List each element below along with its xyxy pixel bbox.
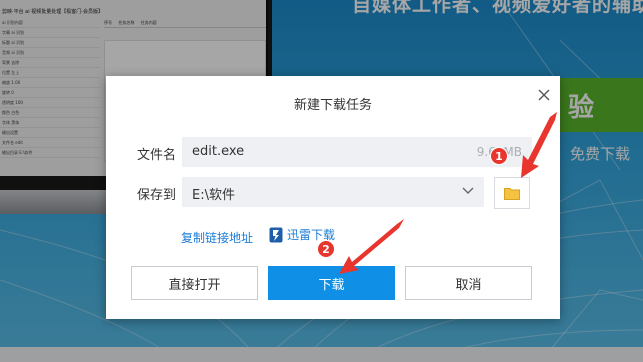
browse-folder-button[interactable] — [494, 177, 530, 209]
filename-field[interactable]: edit.exe 9.61MB — [182, 137, 532, 167]
save-path-select[interactable]: E:\软件 — [182, 177, 484, 207]
step-badge-1: 1 — [490, 147, 508, 165]
close-button[interactable] — [534, 85, 554, 105]
save-to-label: 保存到 — [137, 188, 177, 203]
cancel-button[interactable]: 取消 — [405, 266, 532, 300]
filename-label: 文件名 — [137, 148, 177, 163]
filename-value: edit.exe — [192, 144, 245, 159]
step-badge-2: 2 — [317, 240, 335, 258]
open-directly-button[interactable]: 直接打开 — [131, 266, 258, 300]
download-label: 下载 — [318, 277, 345, 293]
folder-icon — [504, 187, 520, 200]
new-download-dialog: 新建下载任务 文件名 edit.exe 9.61MB 保存到 E:\软件 复制链… — [106, 76, 560, 319]
save-path-value: E:\软件 — [192, 188, 235, 203]
dialog-title: 新建下载任务 — [293, 98, 372, 113]
xunlei-icon — [269, 227, 283, 242]
chevron-down-icon — [462, 187, 474, 194]
open-directly-label: 直接打开 — [168, 277, 221, 293]
copy-link-button[interactable]: 复制链接地址 — [181, 229, 253, 246]
cancel-label: 取消 — [455, 277, 482, 293]
download-button[interactable]: 下载 — [268, 266, 395, 300]
close-icon — [538, 89, 550, 101]
